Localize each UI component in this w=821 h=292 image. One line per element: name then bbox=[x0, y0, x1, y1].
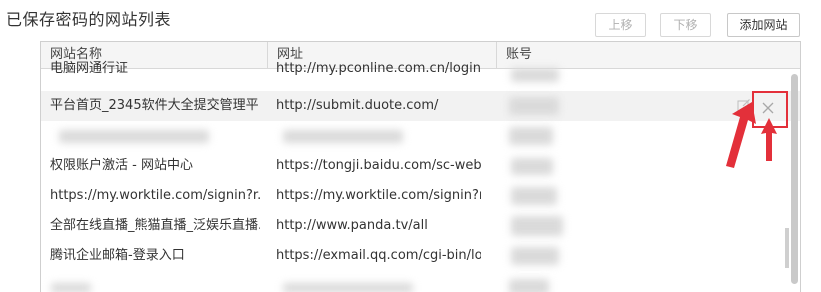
site-name: 电脑网通行证 bbox=[50, 61, 129, 76]
annotation-arrow-left bbox=[726, 102, 756, 168]
blurred-account bbox=[511, 68, 559, 82]
table-row[interactable]: 权限账户激活 - 网站中心 https://tongji.baidu.com/s… bbox=[41, 151, 800, 181]
blurred-site-name bbox=[51, 283, 91, 292]
site-url: http://www.panda.tv/all bbox=[276, 218, 428, 233]
table-row[interactable]: https://my.worktile.com/signin?r... http… bbox=[41, 181, 800, 211]
site-url: https://exmail.qq.com/cgi-bin/lo... bbox=[276, 248, 481, 263]
site-name: https://my.worktile.com/signin?r... bbox=[50, 188, 260, 203]
site-url: http://submit.duote.com/ bbox=[276, 98, 439, 113]
table-row[interactable]: 腾讯企业邮箱-登录入口 https://exmail.qq.com/cgi-bi… bbox=[41, 241, 800, 271]
table-row[interactable]: 全部在线直播_熊猫直播_泛娱乐直播... http://www.panda.tv… bbox=[41, 211, 800, 241]
close-icon[interactable] bbox=[757, 97, 779, 119]
move-up-button[interactable]: 上移 bbox=[595, 13, 646, 37]
scrollbar-thumb[interactable] bbox=[791, 74, 798, 284]
site-url: http://my.pconline.com.cn/login.j... bbox=[276, 61, 481, 76]
site-name: 全部在线直播_熊猫直播_泛娱乐直播... bbox=[50, 218, 260, 233]
site-name: 腾讯企业邮箱-登录入口 bbox=[50, 248, 185, 263]
blurred-url bbox=[283, 283, 413, 292]
blurred-account bbox=[511, 158, 553, 175]
blurred-account bbox=[509, 97, 559, 115]
site-name: 权限账户激活 - 网站中心 bbox=[50, 158, 193, 173]
page-title: 已保存密码的网站列表 bbox=[6, 10, 172, 29]
scrollbar-down-indicator bbox=[785, 228, 789, 268]
blurred-account bbox=[511, 187, 557, 205]
saved-sites-table: 网站名称 网址 账号 电脑网通行证 http://my.pconline.com… bbox=[40, 41, 801, 292]
site-url: https://my.worktile.com/signin?r... bbox=[276, 188, 481, 203]
blurred-account bbox=[511, 247, 559, 265]
site-url: https://tongji.baidu.com/sc-web/... bbox=[276, 158, 481, 173]
blurred-account bbox=[509, 279, 549, 292]
blurred-account bbox=[509, 127, 553, 145]
annotation-arrow-up bbox=[761, 118, 777, 161]
table-row[interactable] bbox=[41, 121, 800, 151]
blurred-url bbox=[283, 130, 403, 143]
table-row[interactable]: 平台首页_2345软件大全提交管理平... http://submit.duot… bbox=[41, 91, 800, 121]
add-site-button[interactable]: 添加网站 bbox=[727, 13, 800, 37]
site-name: 平台首页_2345软件大全提交管理平... bbox=[50, 98, 260, 113]
table-row[interactable]: 电脑网通行证 http://my.pconline.com.cn/login.j… bbox=[41, 61, 800, 84]
blurred-site-name bbox=[59, 130, 209, 143]
table-row[interactable] bbox=[41, 271, 800, 292]
move-down-button[interactable]: 下移 bbox=[660, 13, 711, 37]
blurred-account bbox=[511, 216, 563, 236]
